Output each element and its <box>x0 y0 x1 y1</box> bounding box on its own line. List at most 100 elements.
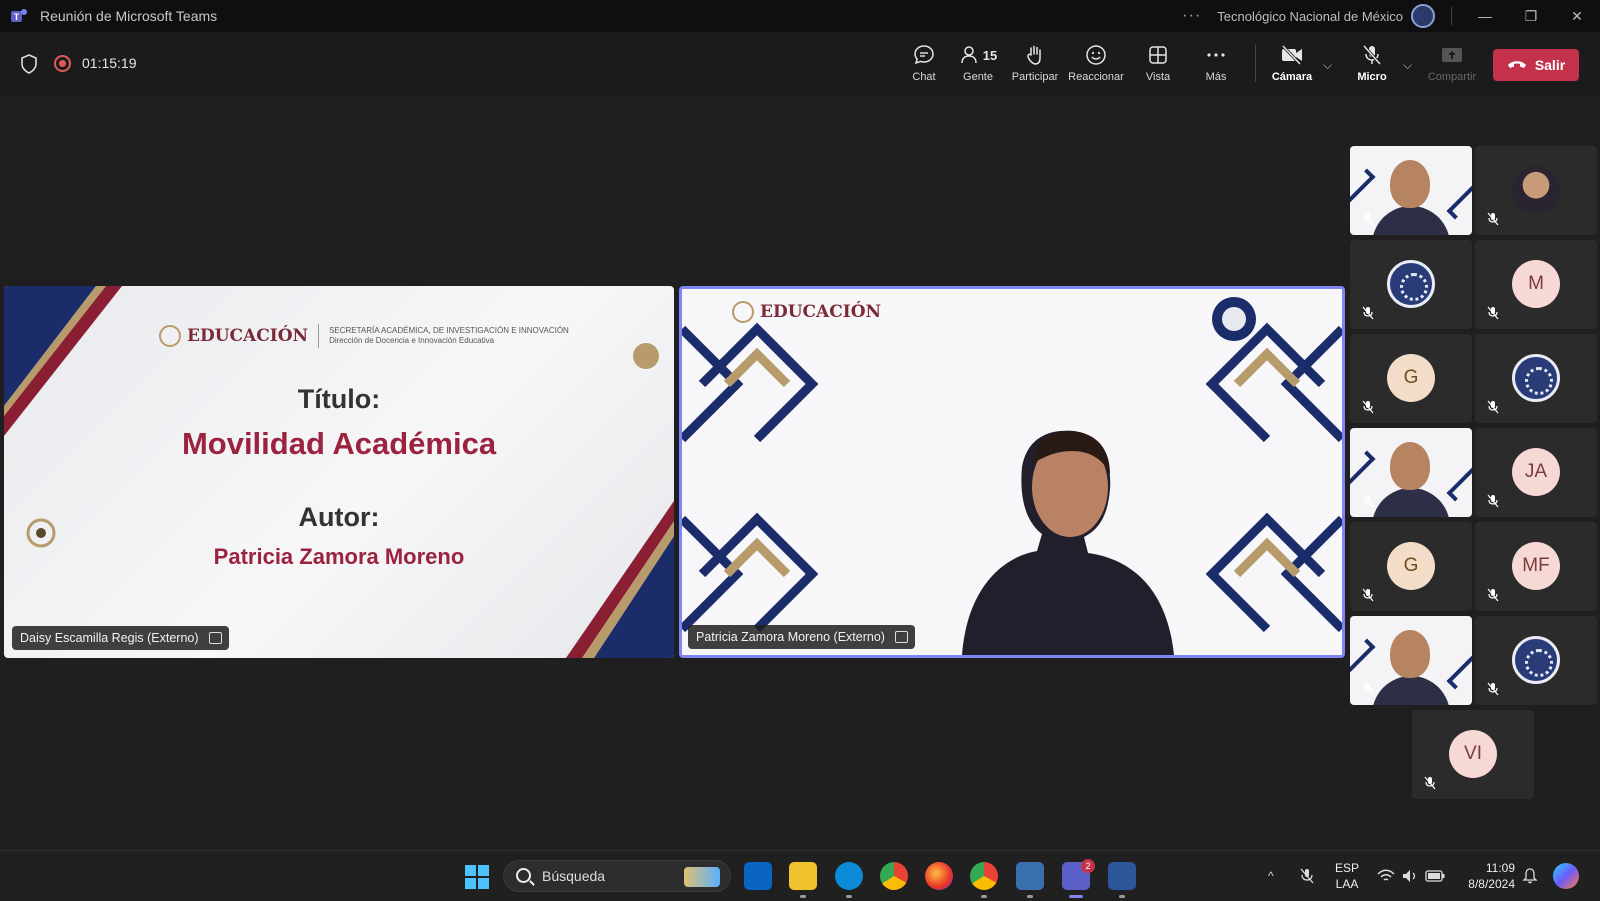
toolbar-divider <box>1255 44 1256 82</box>
participant-video <box>1372 488 1450 517</box>
org-logo-avatar <box>1512 636 1560 684</box>
participant-tile[interactable] <box>1350 240 1472 329</box>
window-title: Reunión de Microsoft Teams <box>40 8 218 24</box>
leave-button[interactable]: Salir <box>1493 49 1579 81</box>
chrome-profile-icon[interactable] <box>970 862 998 890</box>
view-button[interactable]: Vista <box>1140 42 1176 90</box>
share-icon <box>1442 48 1462 62</box>
camera-off-icon <box>1281 44 1302 66</box>
firefox-icon[interactable] <box>925 862 953 890</box>
initials-avatar: G <box>1387 354 1435 402</box>
windows-start-icon[interactable] <box>465 865 489 889</box>
minimize-button[interactable]: — <box>1462 0 1508 32</box>
taskbar-clock[interactable]: 11:09 8/8/2024 <box>1455 860 1515 892</box>
shield-icon[interactable] <box>20 54 38 74</box>
phone-hangup-icon <box>1507 61 1526 68</box>
participant-name: Daisy Escamilla Regis (Externo) <box>20 631 199 645</box>
react-button[interactable]: Reaccionar <box>1068 42 1124 90</box>
mic-muted-icon <box>1356 491 1380 511</box>
shared-content-tile[interactable]: EDUCACIÓN SECRETARÍA ACADÉMICA, DE INVES… <box>4 286 674 658</box>
word-icon[interactable] <box>1108 862 1136 890</box>
participant-tile[interactable] <box>1475 334 1597 423</box>
participant-tile[interactable]: M <box>1475 240 1597 329</box>
chrome-icon[interactable] <box>880 862 908 890</box>
active-speaker-tile[interactable]: EDUCACIÓN Patricia Zamora Moreno (Extern… <box>679 286 1345 658</box>
mic-muted-icon <box>1356 585 1380 605</box>
battery-icon[interactable] <box>1425 851 1445 901</box>
more-options-icon[interactable]: ··· <box>1182 7 1201 25</box>
share-button[interactable]: Compartir <box>1426 42 1478 90</box>
wifi-icon[interactable] <box>1377 851 1395 901</box>
windows-taskbar: Búsqueda 2 ^ ESP LAA 11:09 8/8/2024 <box>0 850 1600 900</box>
background-pattern <box>1446 450 1472 502</box>
participant-tile[interactable]: MF <box>1475 522 1597 611</box>
raise-hand-icon <box>1027 45 1041 65</box>
participant-tile[interactable] <box>1475 616 1597 705</box>
participant-tile[interactable] <box>1350 428 1472 517</box>
participant-name-tag: Patricia Zamora Moreno (Externo) <box>688 625 915 649</box>
camera-options-chevron-icon[interactable]: ⌵ <box>1323 58 1332 73</box>
teams-notification-badge: 2 <box>1081 859 1095 873</box>
people-icon <box>961 46 977 64</box>
mic-muted-icon <box>1356 303 1380 323</box>
restore-button[interactable]: ❐ <box>1508 0 1554 32</box>
initials-avatar: JA <box>1512 448 1560 496</box>
participant-tile[interactable]: G <box>1350 334 1472 423</box>
participant-video <box>1372 676 1450 705</box>
mic-muted-tray-icon[interactable] <box>1298 851 1316 901</box>
edge-icon[interactable] <box>835 862 863 890</box>
participant-tile[interactable]: VI <box>1412 710 1534 799</box>
people-button[interactable]: 15 Gente <box>956 42 1000 90</box>
tray-overflow-chevron-icon[interactable]: ^ <box>1268 851 1274 901</box>
participant-tile[interactable] <box>1350 146 1472 235</box>
chat-label: Chat <box>912 71 936 83</box>
initials-avatar: VI <box>1449 730 1497 778</box>
participant-tile[interactable] <box>1475 146 1597 235</box>
image-viewer-icon[interactable] <box>1016 862 1044 890</box>
seal-icon <box>159 325 181 347</box>
mic-button[interactable]: Micro <box>1354 42 1390 90</box>
outlook-icon[interactable] <box>744 862 772 890</box>
file-explorer-icon[interactable] <box>789 862 817 890</box>
slide-author-label: Autor: <box>298 502 380 532</box>
grid-view-icon <box>1149 46 1167 64</box>
volume-icon[interactable] <box>1402 851 1418 901</box>
slide-logo-sub-2: Dirección de Docencia e Innovación Educa… <box>329 336 495 345</box>
seal-icon <box>732 301 754 323</box>
leave-label: Salir <box>1534 57 1566 73</box>
raise-hand-button[interactable]: Participar <box>1010 42 1060 90</box>
meeting-stage: EDUCACIÓN SECRETARÍA ACADÉMICA, DE INVES… <box>0 96 1600 850</box>
camera-button[interactable]: Cámara <box>1270 42 1314 90</box>
mic-muted-icon <box>1481 585 1505 605</box>
org-avatar[interactable] <box>1411 4 1435 28</box>
mic-muted-icon <box>1481 679 1505 699</box>
profile-photo-avatar <box>1512 166 1560 214</box>
close-button[interactable]: ✕ <box>1554 0 1600 32</box>
org-name[interactable]: Tecnológico Nacional de México <box>1217 9 1403 24</box>
search-placeholder: Búsqueda <box>542 868 606 884</box>
pin-icon[interactable] <box>894 631 908 643</box>
svg-text:T: T <box>14 12 20 22</box>
title-bar: T Reunión de Microsoft Teams ··· Tecnoló… <box>0 0 1600 32</box>
language-indicator[interactable]: ESP LAA <box>1332 860 1362 892</box>
meeting-toolbar: 01:15:19 Chat 15 Gente Participar Reacci… <box>0 32 1600 96</box>
participant-tile[interactable]: JA <box>1475 428 1597 517</box>
pin-icon[interactable] <box>208 632 222 644</box>
taskbar-search[interactable]: Búsqueda <box>503 860 731 892</box>
participant-name-tag: Daisy Escamilla Regis (Externo) <box>12 626 229 650</box>
org-logo-avatar <box>1512 354 1560 402</box>
language-code: ESP <box>1334 861 1359 875</box>
chat-button[interactable]: Chat <box>904 42 944 90</box>
participant-tile[interactable]: G <box>1350 522 1472 611</box>
more-button[interactable]: Más <box>1200 42 1232 90</box>
initials-avatar: G <box>1387 542 1435 590</box>
raise-hand-label: Participar <box>1011 71 1059 83</box>
notification-bell-icon[interactable] <box>1522 851 1538 901</box>
participant-tile[interactable] <box>1350 616 1472 705</box>
copilot-icon[interactable] <box>1553 863 1579 889</box>
slide-author: Patricia Zamora Moreno <box>213 544 465 569</box>
participant-name: Patricia Zamora Moreno (Externo) <box>696 630 885 644</box>
mic-options-chevron-icon[interactable]: ⌵ <box>1403 58 1412 73</box>
people-count: 15 <box>982 47 998 63</box>
org-logo-avatar <box>1387 260 1435 308</box>
